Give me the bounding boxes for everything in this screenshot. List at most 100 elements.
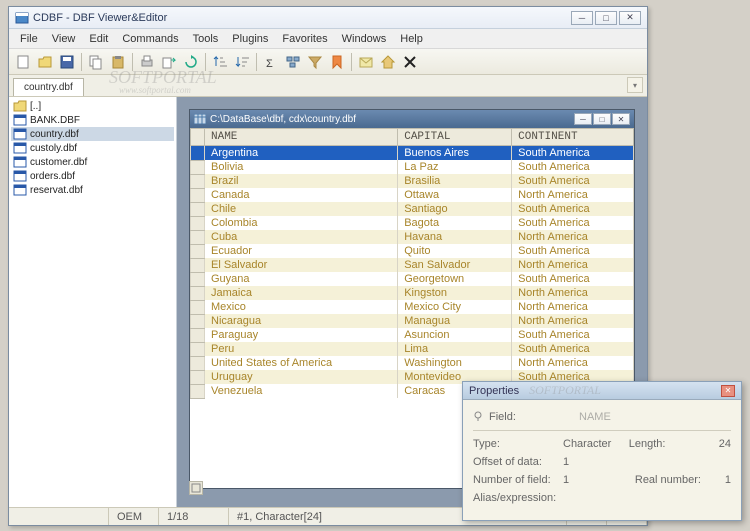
cell[interactable]: Mexico — [205, 300, 398, 314]
row-header[interactable] — [191, 342, 205, 356]
row-header[interactable] — [191, 286, 205, 300]
cell[interactable]: North America — [512, 188, 634, 202]
table-row[interactable]: MexicoMexico CityNorth America — [191, 300, 634, 314]
inner-close-button[interactable]: ✕ — [612, 113, 630, 125]
cell[interactable]: Asuncion — [398, 328, 512, 342]
cell[interactable]: Georgetown — [398, 272, 512, 286]
toolbar-sort-desc-button[interactable] — [232, 52, 252, 72]
toolbar-open-button[interactable] — [35, 52, 55, 72]
table-row[interactable]: ChileSantiagoSouth America — [191, 202, 634, 216]
cell[interactable]: San Salvador — [398, 258, 512, 272]
tree-item[interactable]: BANK.DBF — [11, 113, 174, 127]
cell[interactable]: South America — [512, 342, 634, 356]
close-button[interactable]: ✕ — [619, 11, 641, 25]
cell[interactable]: North America — [512, 356, 634, 370]
toolbar-export-button[interactable] — [159, 52, 179, 72]
row-header[interactable] — [191, 384, 205, 398]
row-header[interactable] — [191, 174, 205, 188]
row-header[interactable] — [191, 370, 205, 384]
row-header[interactable] — [191, 160, 205, 174]
inner-minimize-button[interactable]: ─ — [574, 113, 592, 125]
grid-corner-button[interactable] — [189, 481, 203, 495]
cell[interactable]: La Paz — [398, 160, 512, 174]
toolbar-sort-asc-button[interactable] — [210, 52, 230, 72]
cell[interactable]: South America — [512, 216, 634, 230]
toolbar-paste-button[interactable] — [108, 52, 128, 72]
tree-item[interactable]: country.dbf — [11, 127, 174, 141]
row-header[interactable] — [191, 146, 205, 161]
cell[interactable]: Peru — [205, 342, 398, 356]
minimize-button[interactable]: ─ — [571, 11, 593, 25]
column-header[interactable]: CONTINENT — [512, 129, 634, 146]
toolbar-new-button[interactable] — [13, 52, 33, 72]
row-header-corner[interactable] — [191, 129, 205, 146]
cell[interactable]: Kingston — [398, 286, 512, 300]
cell[interactable]: Guyana — [205, 272, 398, 286]
row-header[interactable] — [191, 272, 205, 286]
row-header[interactable] — [191, 300, 205, 314]
table-row[interactable]: EcuadorQuitoSouth America — [191, 244, 634, 258]
menu-file[interactable]: File — [13, 31, 45, 47]
table-row[interactable]: ArgentinaBuenos AiresSouth America — [191, 146, 634, 161]
column-header[interactable]: NAME — [205, 129, 398, 146]
cell[interactable]: Buenos Aires — [398, 146, 512, 161]
tree-item[interactable]: [..] — [11, 99, 174, 113]
cell[interactable]: Quito — [398, 244, 512, 258]
tree-item[interactable]: customer.dbf — [11, 155, 174, 169]
cell[interactable]: Chile — [205, 202, 398, 216]
tree-item[interactable]: custoly.dbf — [11, 141, 174, 155]
tab-active[interactable]: country.dbf — [13, 78, 84, 96]
toolbar-copy-button[interactable] — [86, 52, 106, 72]
cell[interactable]: Nicaragua — [205, 314, 398, 328]
cell[interactable]: Ecuador — [205, 244, 398, 258]
cell[interactable]: North America — [512, 286, 634, 300]
toolbar-print-button[interactable] — [137, 52, 157, 72]
row-header[interactable] — [191, 356, 205, 370]
properties-close-button[interactable]: ✕ — [721, 385, 735, 397]
cell[interactable]: North America — [512, 258, 634, 272]
menu-edit[interactable]: Edit — [82, 31, 115, 47]
menu-tools[interactable]: Tools — [186, 31, 226, 47]
row-header[interactable] — [191, 258, 205, 272]
cell[interactable]: Argentina — [205, 146, 398, 161]
cell[interactable]: Ottawa — [398, 188, 512, 202]
cell[interactable]: Santiago — [398, 202, 512, 216]
cell[interactable]: Canada — [205, 188, 398, 202]
table-row[interactable]: PeruLimaSouth America — [191, 342, 634, 356]
menu-plugins[interactable]: Plugins — [225, 31, 275, 47]
cell[interactable]: South America — [512, 244, 634, 258]
properties-titlebar[interactable]: Properties SOFTPORTAL ✕ — [463, 382, 741, 400]
maximize-button[interactable]: □ — [595, 11, 617, 25]
cell[interactable]: Cuba — [205, 230, 398, 244]
toolbar-save-button[interactable] — [57, 52, 77, 72]
row-header[interactable] — [191, 202, 205, 216]
pin-icon[interactable] — [473, 411, 483, 423]
menu-help[interactable]: Help — [393, 31, 430, 47]
toolbar-delete-button[interactable] — [400, 52, 420, 72]
table-row[interactable]: JamaicaKingstonNorth America — [191, 286, 634, 300]
cell[interactable]: Managua — [398, 314, 512, 328]
cell[interactable]: North America — [512, 314, 634, 328]
cell[interactable]: Brasilia — [398, 174, 512, 188]
cell[interactable]: North America — [512, 300, 634, 314]
toolbar-sum-button[interactable]: Σ — [261, 52, 281, 72]
inner-maximize-button[interactable]: □ — [593, 113, 611, 125]
cell[interactable]: Jamaica — [205, 286, 398, 300]
table-row[interactable]: NicaraguaManaguaNorth America — [191, 314, 634, 328]
tab-dropdown-icon[interactable]: ▾ — [627, 77, 643, 93]
cell[interactable]: North America — [512, 230, 634, 244]
cell[interactable]: Havana — [398, 230, 512, 244]
cell[interactable]: Colombia — [205, 216, 398, 230]
toolbar-refresh-button[interactable] — [181, 52, 201, 72]
table-row[interactable]: El SalvadorSan SalvadorNorth America — [191, 258, 634, 272]
table-row[interactable]: ParaguayAsuncionSouth America — [191, 328, 634, 342]
cell[interactable]: Lima — [398, 342, 512, 356]
row-header[interactable] — [191, 216, 205, 230]
cell[interactable]: South America — [512, 328, 634, 342]
table-row[interactable]: GuyanaGeorgetownSouth America — [191, 272, 634, 286]
tree-item[interactable]: orders.dbf — [11, 169, 174, 183]
menu-windows[interactable]: Windows — [335, 31, 394, 47]
row-header[interactable] — [191, 188, 205, 202]
cell[interactable]: Bolivia — [205, 160, 398, 174]
cell[interactable]: South America — [512, 160, 634, 174]
